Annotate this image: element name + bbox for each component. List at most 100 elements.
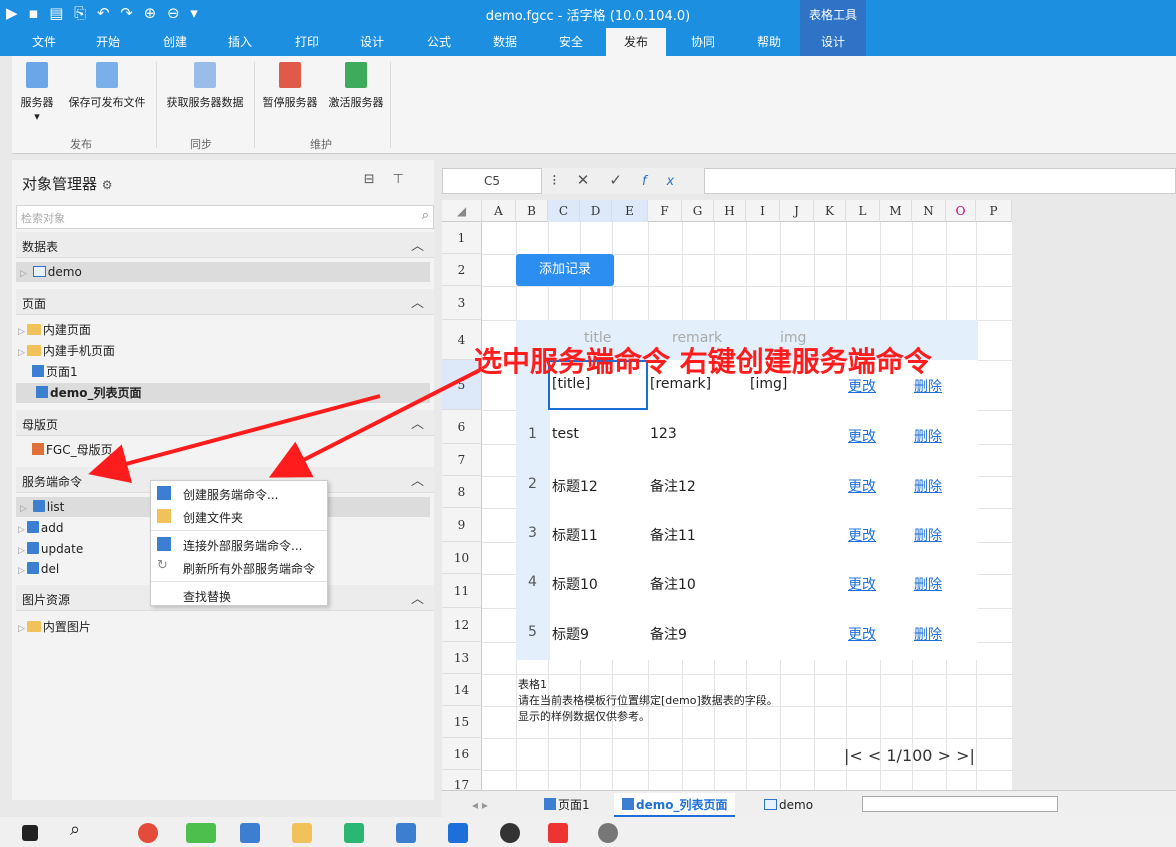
row-header[interactable]: 16 <box>442 738 482 770</box>
section-master-pages[interactable]: 母版页 ︿ <box>16 410 434 436</box>
column-header[interactable]: J <box>780 200 814 222</box>
app-icon[interactable] <box>500 823 520 843</box>
app-icon[interactable] <box>396 823 416 843</box>
server-button[interactable]: 服务器 ▾ <box>18 62 56 123</box>
column-header[interactable]: E <box>612 200 648 222</box>
tab-publish[interactable]: 发布 <box>606 28 666 56</box>
pager[interactable]: |< < 1/100 > >| <box>844 746 975 765</box>
tab-design[interactable]: 设计 <box>342 28 402 56</box>
column-header[interactable]: A <box>482 200 516 222</box>
menu-item-connect-external[interactable]: 连接外部服务端命令... <box>157 537 302 554</box>
menu-item-create-folder[interactable]: 创建文件夹 <box>157 509 243 526</box>
sheet-tab-demo-list[interactable]: demo_列表页面 <box>614 793 736 817</box>
edit-link[interactable]: 更改 <box>848 574 876 594</box>
delete-link[interactable]: 删除 <box>914 574 942 594</box>
section-pages[interactable]: 页面 ︿ <box>16 289 434 315</box>
column-header[interactable]: H <box>714 200 746 222</box>
row-header[interactable]: 17 <box>442 770 482 790</box>
tree-item-cmd-add[interactable]: ▷ add <box>18 518 64 538</box>
menu-item-refresh-external[interactable]: ↻ 刷新所有外部服务端命令 <box>157 558 315 577</box>
fx-icon[interactable]: fx <box>642 174 694 189</box>
menu-item-find-replace[interactable]: 查找替换 <box>183 588 231 605</box>
tree-item-builtin-pages[interactable]: ▷ 内建页面 <box>18 320 91 340</box>
column-header[interactable]: P <box>976 200 1012 222</box>
app-icon[interactable] <box>598 823 618 843</box>
column-header[interactable]: O <box>946 200 976 222</box>
tab-collab[interactable]: 协同 <box>673 28 733 56</box>
cancel-icon[interactable]: ✕ <box>577 171 610 189</box>
pause-server-button[interactable]: 暂停服务器 <box>258 62 322 110</box>
sheet-tab-demo[interactable]: demo <box>764 793 813 817</box>
section-tables[interactable]: 数据表 ︿ <box>16 232 434 258</box>
save-publish-button[interactable]: 保存可发布文件 <box>62 62 152 110</box>
row-header[interactable]: 9 <box>442 508 482 542</box>
wechat-icon[interactable] <box>186 823 216 843</box>
tree-item-cmd-del[interactable]: ▷ del <box>18 559 59 579</box>
tree-item-demo-table[interactable]: ▷ demo <box>16 262 430 282</box>
row-header[interactable]: 13 <box>442 642 482 674</box>
cell-remark[interactable]: 备注12 <box>650 476 696 496</box>
tab-table-design[interactable]: 设计 <box>800 28 866 56</box>
tab-home[interactable]: 开始 <box>78 28 138 56</box>
cell-remark[interactable]: 123 <box>650 426 677 442</box>
row-header[interactable]: 7 <box>442 444 482 476</box>
activate-server-button[interactable]: 激活服务器 <box>324 62 388 110</box>
column-header[interactable]: B <box>516 200 548 222</box>
cell-title[interactable]: 标题10 <box>552 574 598 594</box>
confirm-icon[interactable]: ✓ <box>609 171 642 189</box>
cell-reference-box[interactable]: C5 <box>442 168 542 194</box>
tree-item-builtin-images[interactable]: ▷ 内置图片 <box>18 617 91 637</box>
row-header[interactable]: 15 <box>442 706 482 738</box>
powerpoint-like-icon[interactable] <box>448 823 468 843</box>
row-header[interactable]: 11 <box>442 574 482 608</box>
row-header[interactable]: 10 <box>442 542 482 574</box>
column-header[interactable]: N <box>912 200 946 222</box>
edit-link[interactable]: 更改 <box>848 426 876 446</box>
row-header[interactable]: 1 <box>442 222 482 254</box>
cell-title[interactable]: 标题9 <box>552 624 589 644</box>
tree-item-cmd-update[interactable]: ▷ update <box>18 539 83 559</box>
menu-item-create-server-command[interactable]: 创建服务端命令... <box>157 486 278 503</box>
column-header[interactable]: D <box>580 200 612 222</box>
tab-create[interactable]: 创建 <box>145 28 205 56</box>
row-header[interactable]: 14 <box>442 674 482 706</box>
collapse-all-icon[interactable]: ⊟ <box>364 172 393 187</box>
pin-icon[interactable]: ⊤ <box>393 172 422 187</box>
delete-link[interactable]: 删除 <box>914 426 942 446</box>
wps-icon[interactable] <box>548 823 568 843</box>
sheet-tab-page1[interactable]: 页面1 <box>544 793 590 817</box>
search-input[interactable]: 检索对象 ⌕ <box>16 205 434 229</box>
delete-link[interactable]: 删除 <box>914 525 942 545</box>
column-header[interactable]: L <box>846 200 880 222</box>
tab-print[interactable]: 打印 <box>277 28 337 56</box>
column-header[interactable]: I <box>746 200 780 222</box>
row-header[interactable]: 3 <box>442 286 482 320</box>
formula-input[interactable] <box>704 168 1176 194</box>
tree-item-builtin-mobile-pages[interactable]: ▷ 内建手机页面 <box>18 341 115 361</box>
more-icon[interactable]: ⁝ <box>552 171 577 189</box>
chrome-icon[interactable] <box>138 823 158 843</box>
hbuilder-icon[interactable] <box>344 823 364 843</box>
edit-link[interactable]: 更改 <box>848 525 876 545</box>
cell-title[interactable]: test <box>552 426 579 442</box>
row-header[interactable]: 8 <box>442 476 482 508</box>
cell-remark[interactable]: 备注11 <box>650 525 696 545</box>
tab-data[interactable]: 数据 <box>475 28 535 56</box>
tab-file[interactable]: 文件 <box>14 28 74 56</box>
tab-security[interactable]: 安全 <box>541 28 601 56</box>
app-icon[interactable] <box>240 823 260 843</box>
tab-help[interactable]: 帮助 <box>739 28 799 56</box>
row-header[interactable]: 2 <box>442 254 482 286</box>
cell-title[interactable]: 标题12 <box>552 476 598 496</box>
search-icon[interactable]: ⌕ <box>70 819 90 840</box>
add-record-button[interactable]: 添加记录 <box>516 254 614 286</box>
delete-link[interactable]: 删除 <box>914 476 942 496</box>
windows-start-icon[interactable] <box>22 825 38 841</box>
cell-title[interactable]: 标题11 <box>552 525 598 545</box>
row-header[interactable]: 6 <box>442 410 482 444</box>
tab-scroll-arrows[interactable]: ◂ ▸ <box>472 793 488 817</box>
column-header[interactable]: M <box>880 200 912 222</box>
horizontal-scrollbar[interactable] <box>862 796 1058 812</box>
row-header[interactable]: 12 <box>442 608 482 642</box>
column-header[interactable]: C <box>548 200 580 222</box>
